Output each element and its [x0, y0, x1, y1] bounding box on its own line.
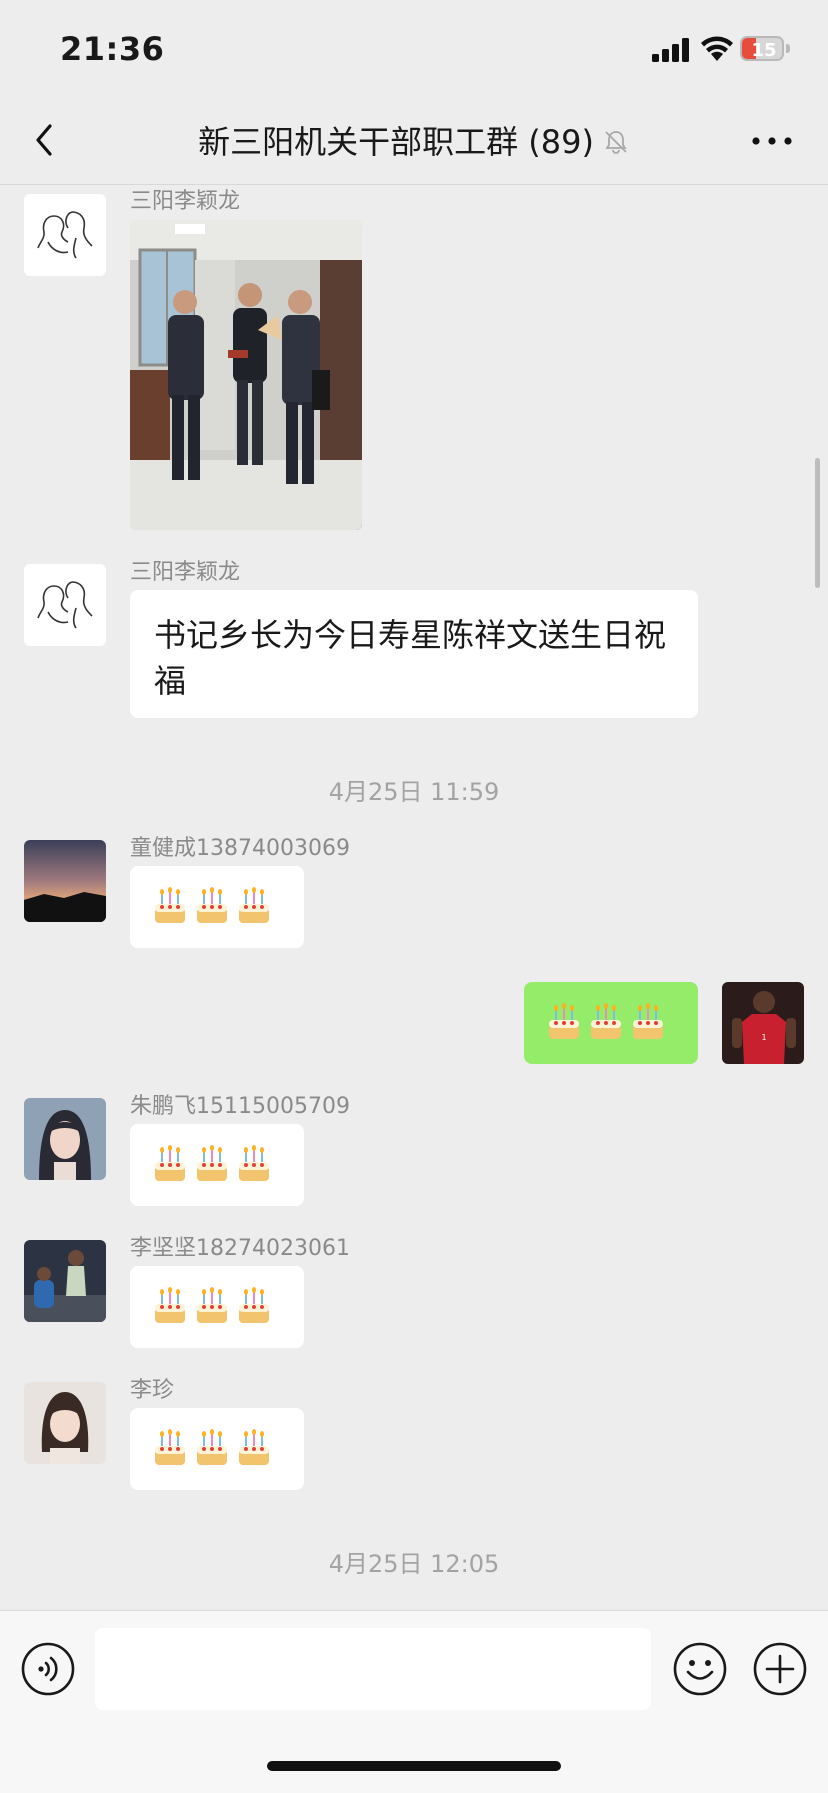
timestamp: 4月25日 12:05 [328, 1550, 500, 1578]
mute-bell-icon [605, 131, 627, 154]
sender-name: 李坚坚18274023061 [130, 1236, 350, 1261]
chat-message-list[interactable]: 三阳李颖龙 三阳李颖龙 书记乡长为今日寿星陈祥文送生日祝福 4月25日 11:5… [0, 185, 828, 1610]
avatar[interactable] [24, 1382, 106, 1464]
cake-emoji-row [546, 1002, 666, 1046]
cake-icon [239, 887, 269, 923]
cake-icon [155, 887, 185, 923]
message-input[interactable] [95, 1628, 651, 1710]
avatar[interactable] [24, 840, 106, 922]
cake-icon [155, 1287, 185, 1323]
home-indicator [267, 1761, 561, 1771]
text-message-bubble[interactable]: 书记乡长为今日寿星陈祥文送生日祝福 [130, 590, 698, 718]
emoji-message-bubble[interactable] [130, 1408, 304, 1490]
sender-name: 三阳李颖龙 [130, 560, 241, 585]
chat-title-wrap: 新三阳机关干部职工群 (89) [0, 100, 828, 184]
cartoon-girl-avatar-icon [24, 1382, 106, 1464]
status-time: 21:36 [60, 30, 165, 68]
emoji-message-bubble[interactable] [130, 1124, 304, 1206]
svg-text:1: 1 [761, 1033, 766, 1042]
cake-emoji-row [152, 1144, 272, 1188]
sender-name: 李珍 [130, 1378, 175, 1403]
cake-icon [197, 887, 227, 923]
chat-title[interactable]: 新三阳机关干部职工群 (89) [198, 123, 594, 161]
cake-icon [239, 1287, 269, 1323]
cake-emoji-row [152, 886, 272, 930]
office-photo-image [130, 220, 362, 530]
cake-icon [239, 1429, 269, 1465]
back-icon[interactable] [26, 118, 66, 162]
battery-level: 15 [751, 40, 777, 61]
sender-name: 三阳李颖龙 [130, 189, 241, 214]
basketball-player-avatar-icon: 1 [722, 982, 804, 1064]
emoji-icon[interactable] [672, 1641, 728, 1697]
avatar[interactable] [24, 1240, 106, 1322]
cake-icon [197, 1145, 227, 1181]
basketball-game-avatar-icon [24, 1240, 106, 1322]
photo-message[interactable] [130, 220, 362, 530]
timestamp: 4月25日 11:59 [328, 778, 500, 806]
emoji-message-bubble[interactable] [130, 866, 304, 948]
cake-icon [197, 1429, 227, 1465]
avatar[interactable] [24, 194, 106, 276]
cake-icon [155, 1145, 185, 1181]
cake-emoji-row [152, 1286, 272, 1330]
voice-icon[interactable] [20, 1641, 76, 1697]
sketch-couple-avatar-icon [24, 194, 106, 276]
sender-name: 朱鹏飞15115005709 [130, 1094, 350, 1119]
battery-icon: 15 [740, 36, 792, 63]
cake-icon [591, 1003, 621, 1039]
input-bar [0, 1610, 828, 1793]
cake-icon [239, 1145, 269, 1181]
scrollbar[interactable] [815, 458, 820, 588]
cake-icon [155, 1429, 185, 1465]
wifi-icon [701, 36, 733, 61]
more-icon[interactable] [748, 126, 796, 156]
cake-icon [633, 1003, 663, 1039]
my-avatar[interactable]: 1 [722, 982, 804, 1064]
emoji-message-bubble[interactable] [130, 1266, 304, 1348]
my-emoji-message-bubble[interactable] [524, 982, 698, 1064]
avatar[interactable] [24, 1098, 106, 1180]
cake-icon [549, 1003, 579, 1039]
message-text: 书记乡长为今日寿星陈祥文送生日祝福 [154, 616, 667, 700]
avatar[interactable] [24, 564, 106, 646]
girl-portrait-avatar-icon [24, 1098, 106, 1180]
cake-icon [197, 1287, 227, 1323]
status-bar: 21:36 15 [0, 0, 828, 100]
sketch-couple-avatar-icon [24, 564, 106, 646]
cellular-signal-icon [652, 38, 689, 62]
cake-emoji-row [152, 1428, 272, 1472]
sunset-avatar-icon [24, 840, 106, 922]
plus-icon[interactable] [752, 1641, 808, 1697]
chat-header: 新三阳机关干部职工群 (89) [0, 100, 828, 185]
sender-name: 童健成13874003069 [130, 836, 350, 861]
